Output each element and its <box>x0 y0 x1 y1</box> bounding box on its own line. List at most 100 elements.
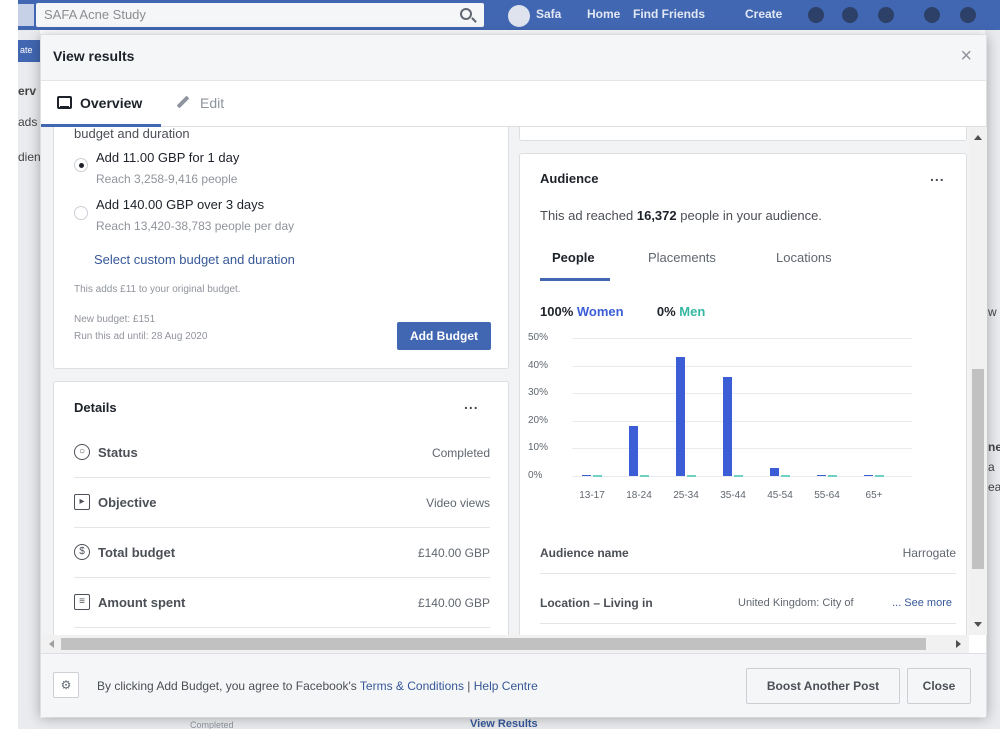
scroll-right-icon[interactable] <box>956 640 961 648</box>
budget-option-label[interactable]: Add 140.00 GBP over 3 days <box>96 197 264 212</box>
tab-overview[interactable]: Overview <box>57 95 142 111</box>
avatar[interactable] <box>508 5 530 27</box>
custom-budget-link[interactable]: Select custom budget and duration <box>94 252 295 267</box>
facebook-logo-icon[interactable] <box>18 4 34 26</box>
profile-link[interactable]: Safa <box>536 7 561 21</box>
receipt-icon: ≡ <box>74 594 90 610</box>
dialog-scroll-content[interactable]: budget and duration Add 11.00 GBP for 1 … <box>41 127 986 635</box>
budget-note: This adds £11 to your original budget. <box>74 284 241 295</box>
detail-row-objective: ▸ Objective Video views <box>74 478 490 528</box>
add-budget-button[interactable]: Add Budget <box>397 322 491 350</box>
facebook-search-input[interactable]: SAFA Acne Study <box>36 3 484 27</box>
men-bar[interactable] <box>781 475 790 477</box>
men-percent: 0% <box>656 304 676 319</box>
audience-name-row: Audience name Harrogate <box>540 524 956 574</box>
tab-placements[interactable]: Placements <box>648 250 716 265</box>
dialog-tabs: Overview Edit <box>41 81 986 127</box>
background-create-button[interactable]: ate <box>18 40 40 62</box>
tab-locations[interactable]: Locations <box>776 250 832 265</box>
men-bar[interactable] <box>875 475 884 477</box>
location-row: Location – Living in United Kingdom: Cit… <box>540 574 956 624</box>
x-tick-label: 45-54 <box>767 490 793 501</box>
friends-icon[interactable] <box>808 7 824 23</box>
detail-label: Total budget <box>98 545 176 560</box>
notifications-icon[interactable] <box>878 7 894 23</box>
see-more-link[interactable]: ... See more <box>892 597 952 609</box>
run-until-text: Run this ad until: 28 Aug 2020 <box>74 331 208 342</box>
audience-name-label: Audience name <box>540 546 629 560</box>
background-right-label: a <box>988 460 995 474</box>
details-card: Details ... ○ Status Completed ▸ Objecti… <box>53 381 509 635</box>
women-bar[interactable] <box>582 474 591 477</box>
grid-line <box>572 338 912 339</box>
reach-count: 16,372 <box>636 208 677 223</box>
help-centre-link[interactable]: Help Centre <box>474 679 538 693</box>
budget-option-radio[interactable] <box>74 158 88 172</box>
close-icon[interactable]: × <box>960 45 972 68</box>
messenger-icon[interactable] <box>842 7 858 23</box>
detail-row-total-budget: $ Total budget £140.00 GBP <box>74 528 490 578</box>
men-bar[interactable] <box>828 475 837 477</box>
grid-line <box>572 365 912 367</box>
location-value: United Kingdom: City of <box>738 597 854 609</box>
search-icon[interactable] <box>460 8 472 20</box>
budget-option-radio[interactable] <box>74 206 88 220</box>
details-more-icon[interactable]: ... <box>464 396 479 412</box>
women-bar[interactable] <box>770 467 779 476</box>
age-gender-bar-chart: 50% 40% 30% 20% 10% 0% 13-17 18-24 25-34 35-44 45-… <box>528 328 952 518</box>
horizontal-scroll-thumb[interactable] <box>61 638 926 650</box>
budget-option-reach: Reach 3,258-9,416 people <box>96 172 238 186</box>
detail-label: Objective <box>98 495 157 510</box>
nav-home[interactable]: Home <box>587 7 620 21</box>
terms-link[interactable]: Terms & Conditions <box>360 679 464 693</box>
vertical-scrollbar[interactable] <box>969 127 987 635</box>
x-tick-label: 25-34 <box>673 490 699 501</box>
tab-edit[interactable]: Edit <box>176 95 224 111</box>
scroll-down-icon[interactable] <box>974 622 982 627</box>
horizontal-scrollbar[interactable] <box>41 635 969 653</box>
vertical-scroll-thumb[interactable] <box>972 369 984 569</box>
dialog-title: View results <box>53 48 135 64</box>
quick-help-icon[interactable] <box>924 7 940 23</box>
terms-notice: By clicking Add Budget, you agree to Fac… <box>97 679 538 693</box>
dollar-icon: $ <box>74 544 90 560</box>
women-bar[interactable] <box>723 376 732 476</box>
detail-row-amount-spent: ≡ Amount spent £140.00 GBP <box>74 578 490 628</box>
audience-title: Audience <box>540 171 599 186</box>
y-tick-label: 40% <box>528 359 549 371</box>
scroll-left-icon[interactable] <box>49 640 54 648</box>
budget-option-label[interactable]: Add 11.00 GBP for 1 day <box>96 150 239 165</box>
account-menu-icon[interactable] <box>960 7 976 23</box>
close-button[interactable]: Close <box>907 668 971 704</box>
men-bar[interactable] <box>640 475 649 477</box>
women-bar[interactable] <box>676 357 685 476</box>
nav-create[interactable]: Create <box>745 7 782 21</box>
status-circle-icon: ○ <box>74 444 90 460</box>
search-text: SAFA Acne Study <box>44 7 146 22</box>
view-results-dialog: View results × Overview Edit budget and … <box>40 34 987 717</box>
men-bar[interactable] <box>593 475 602 477</box>
detail-value: £140.00 GBP <box>417 596 490 610</box>
boost-another-post-button[interactable]: Boost Another Post <box>746 668 900 704</box>
background-view-results-button[interactable]: View Results <box>470 718 538 729</box>
men-bar[interactable] <box>687 475 696 477</box>
y-tick-label: 10% <box>528 442 549 454</box>
men-bar[interactable] <box>734 475 743 477</box>
terms-prefix: By clicking Add Budget, you agree to Fac… <box>97 679 357 693</box>
gender-split: 100% Women 0% Men <box>540 304 705 319</box>
previous-card <box>519 127 967 141</box>
settings-gear-icon[interactable]: ⚙ <box>53 672 79 698</box>
tab-overview-label: Overview <box>80 95 143 111</box>
background-left-label: ads <box>18 115 38 129</box>
dialog-header: View results × <box>41 35 986 81</box>
nav-find-friends[interactable]: Find Friends <box>633 7 705 21</box>
women-bar[interactable] <box>629 426 638 476</box>
scroll-up-icon[interactable] <box>974 135 982 140</box>
tab-people[interactable]: People <box>552 250 595 265</box>
audience-more-icon[interactable]: ... <box>930 168 945 184</box>
background-right-column <box>985 30 1000 729</box>
women-bar[interactable] <box>817 474 826 477</box>
women-bar[interactable] <box>864 474 873 477</box>
x-tick-label: 55-64 <box>814 490 840 501</box>
women-label: Women <box>576 304 624 319</box>
